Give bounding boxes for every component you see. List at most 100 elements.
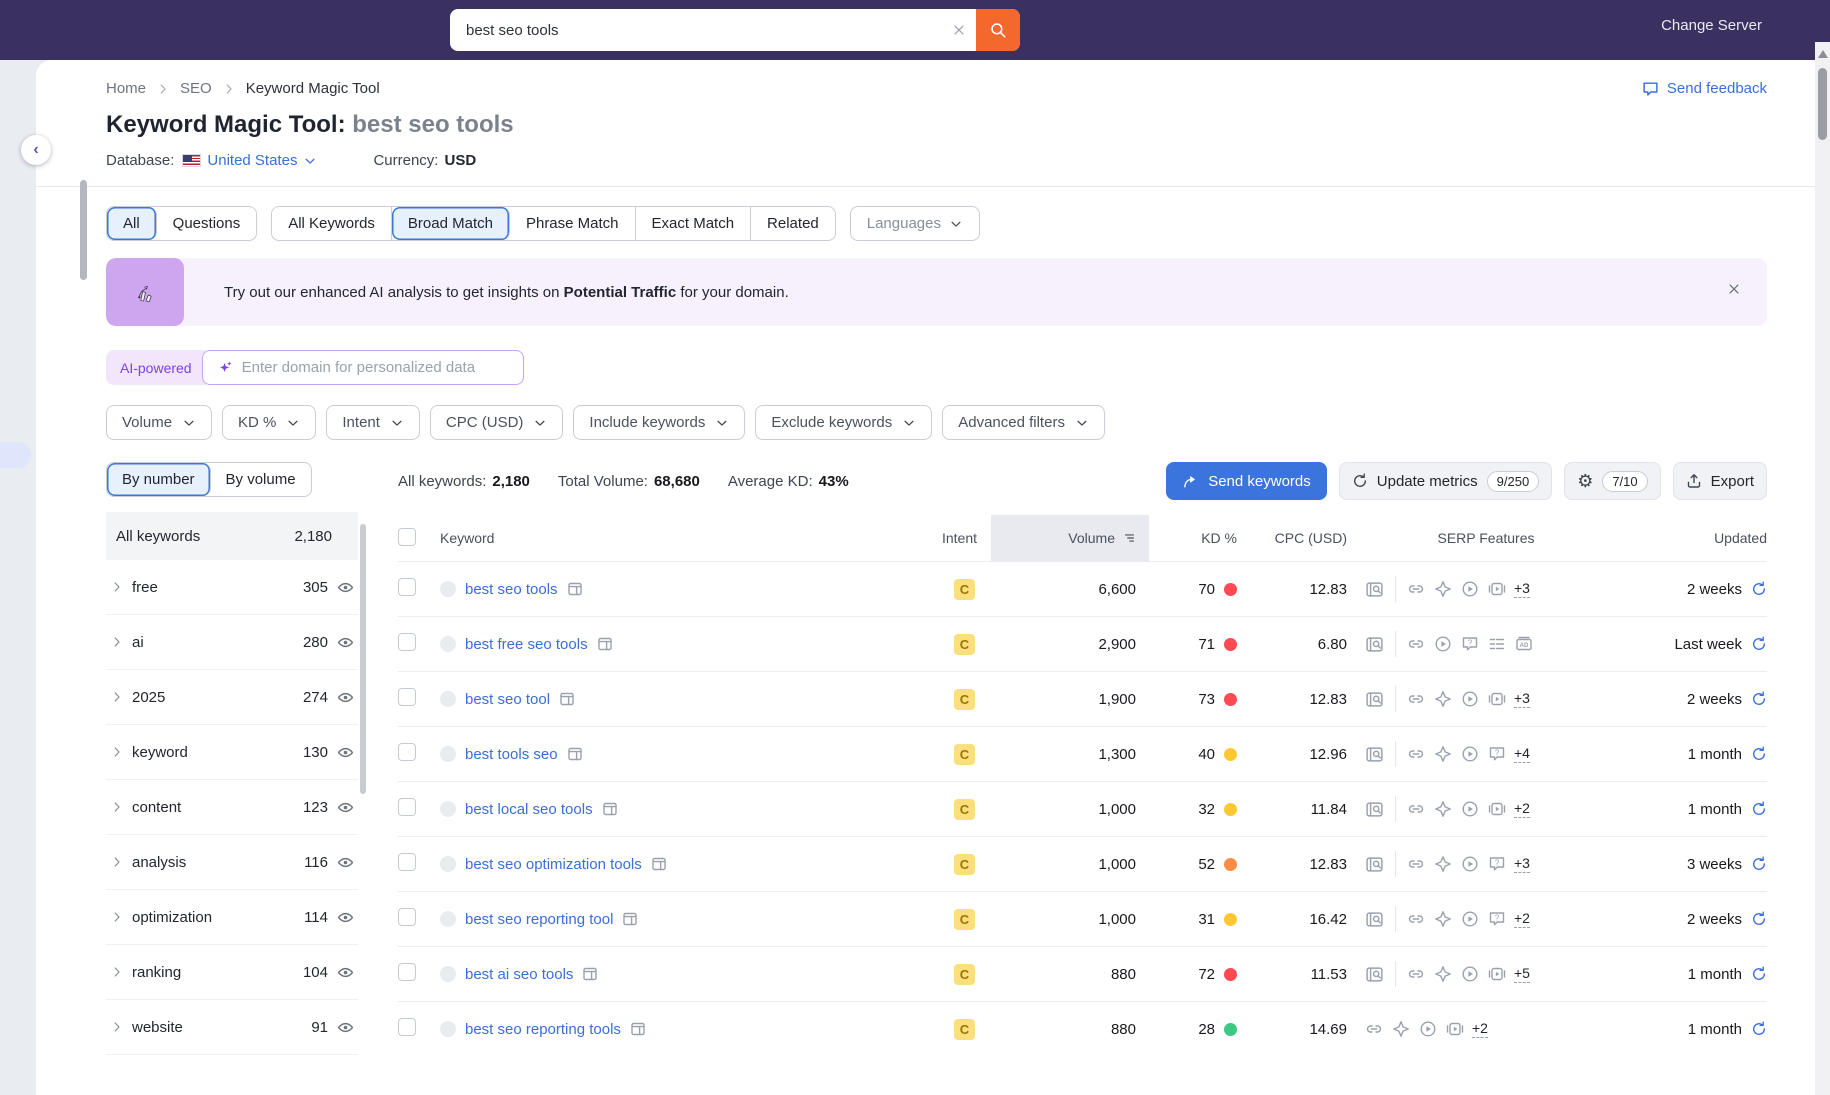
chevron-right-icon[interactable] <box>110 800 124 814</box>
tab-all[interactable]: All <box>107 207 157 240</box>
update-metrics-button[interactable]: Update metrics 9/250 <box>1338 462 1553 500</box>
keyword-group-free[interactable]: free 305 <box>106 560 358 615</box>
row-checkbox[interactable] <box>398 797 416 816</box>
col-updated[interactable]: Updated <box>1617 530 1767 546</box>
serp-more-link[interactable]: +3 <box>1514 690 1530 708</box>
col-cpc[interactable]: CPC (USD) <box>1249 530 1355 546</box>
tab-phrase-match[interactable]: Phrase Match <box>510 207 636 240</box>
sidebar-tab-by-number[interactable]: By number <box>107 463 211 496</box>
keyword-link[interactable]: best seo tool <box>465 691 550 708</box>
filter-intent[interactable]: Intent <box>326 405 420 440</box>
filter-cpc-usd-[interactable]: CPC (USD) <box>429 405 564 440</box>
col-kd[interactable]: KD % <box>1149 530 1249 546</box>
row-checkbox[interactable] <box>398 907 416 926</box>
col-serp-features[interactable]: SERP Features <box>1355 530 1617 546</box>
refresh-metrics-icon[interactable] <box>1751 1021 1767 1037</box>
refresh-metrics-icon[interactable] <box>1751 966 1767 982</box>
eye-icon[interactable] <box>337 1019 354 1036</box>
refresh-metrics-icon[interactable] <box>1751 801 1767 817</box>
open-serp-icon[interactable] <box>582 966 598 982</box>
keyword-link[interactable]: best ai seo tools <box>465 966 573 983</box>
serp-preview-icon[interactable] <box>1365 800 1384 819</box>
eye-icon[interactable] <box>337 854 354 871</box>
row-checkbox[interactable] <box>398 742 416 761</box>
collapse-sidebar-button[interactable]: ‹ <box>21 135 51 165</box>
keyword-link[interactable]: best seo reporting tools <box>465 1021 621 1038</box>
col-intent[interactable]: Intent <box>935 530 991 546</box>
keyword-link[interactable]: best seo reporting tool <box>465 911 613 928</box>
serp-more-link[interactable]: +2 <box>1514 800 1530 818</box>
serp-preview-icon[interactable] <box>1365 855 1384 874</box>
change-server-link[interactable]: Change Server <box>1661 17 1762 34</box>
filter-volume[interactable]: Volume <box>106 405 213 440</box>
keyword-group-website[interactable]: website 91 <box>106 1000 358 1055</box>
refresh-metrics-icon[interactable] <box>1751 746 1767 762</box>
domain-input[interactable] <box>241 359 509 376</box>
keyword-group-ranking[interactable]: ranking 104 <box>106 945 358 1000</box>
open-serp-icon[interactable] <box>630 1021 646 1037</box>
keyword-search-input[interactable] <box>450 21 942 39</box>
chevron-right-icon[interactable] <box>110 1020 124 1034</box>
all-keywords-group[interactable]: All keywords 2,180 <box>106 512 358 560</box>
tab-related[interactable]: Related <box>751 207 835 240</box>
eye-icon[interactable] <box>337 909 354 926</box>
database-selector[interactable]: United States <box>182 152 317 169</box>
open-serp-icon[interactable] <box>651 856 667 872</box>
breadcrumb-item-home[interactable]: Home <box>106 80 146 97</box>
filter-exclude-keywords[interactable]: Exclude keywords <box>755 405 933 440</box>
serp-more-link[interactable]: +4 <box>1514 745 1530 763</box>
serp-more-link[interactable]: +2 <box>1514 910 1530 928</box>
eye-icon[interactable] <box>337 744 354 761</box>
serp-preview-icon[interactable] <box>1365 965 1384 984</box>
keyword-group-keyword[interactable]: keyword 130 <box>106 725 358 780</box>
keyword-link[interactable]: best free seo tools <box>465 636 588 653</box>
eye-icon[interactable] <box>337 579 354 596</box>
keyword-group-analysis[interactable]: analysis 116 <box>106 835 358 890</box>
keyword-group-2025[interactable]: 2025 274 <box>106 670 358 725</box>
serp-preview-icon[interactable] <box>1365 635 1384 654</box>
row-checkbox[interactable] <box>398 687 416 706</box>
chevron-right-icon[interactable] <box>110 580 124 594</box>
keyword-group-ai[interactable]: ai 280 <box>106 615 358 670</box>
serp-more-link[interactable]: +2 <box>1472 1020 1488 1038</box>
keyword-link[interactable]: best seo tools <box>465 581 558 598</box>
row-checkbox[interactable] <box>398 1017 416 1036</box>
filter-include-keywords[interactable]: Include keywords <box>573 405 746 440</box>
sidebar-tab-by-volume[interactable]: By volume <box>211 463 311 496</box>
open-serp-icon[interactable] <box>602 801 618 817</box>
tab-questions[interactable]: Questions <box>157 207 257 240</box>
row-checkbox[interactable] <box>398 577 416 596</box>
chevron-right-icon[interactable] <box>110 690 124 704</box>
keyword-link[interactable]: best local seo tools <box>465 801 593 818</box>
collapsed-panel-handle[interactable] <box>0 442 31 468</box>
eye-icon[interactable] <box>337 634 354 651</box>
row-checkbox[interactable] <box>398 632 416 651</box>
send-feedback-link[interactable]: Send feedback <box>1642 80 1767 97</box>
serp-preview-icon[interactable] <box>1365 910 1384 929</box>
tab-broad-match[interactable]: Broad Match <box>391 207 510 240</box>
scrollbar-up-arrow-icon[interactable] <box>1817 50 1828 58</box>
banner-close-icon[interactable] <box>1727 282 1741 301</box>
select-all-checkbox[interactable] <box>398 527 416 546</box>
serp-preview-icon[interactable] <box>1365 580 1384 599</box>
keyword-link[interactable]: best tools seo <box>465 746 558 763</box>
filter-kd-[interactable]: KD % <box>222 405 317 440</box>
open-serp-icon[interactable] <box>567 581 583 597</box>
chevron-right-icon[interactable] <box>110 855 124 869</box>
eye-icon[interactable] <box>337 689 354 706</box>
chevron-right-icon[interactable] <box>110 910 124 924</box>
inner-left-scrollbar[interactable] <box>80 180 87 280</box>
send-keywords-button[interactable]: Send keywords <box>1166 462 1327 500</box>
serp-preview-icon[interactable] <box>1365 745 1384 764</box>
row-checkbox[interactable] <box>398 962 416 981</box>
settings-button[interactable]: ⚙ 7/10 <box>1564 462 1661 500</box>
chevron-right-icon[interactable] <box>110 745 124 759</box>
keyword-group-optimization[interactable]: optimization 114 <box>106 890 358 945</box>
keyword-group-content[interactable]: content 123 <box>106 780 358 835</box>
breadcrumb-item-seo[interactable]: SEO <box>180 80 212 97</box>
refresh-metrics-icon[interactable] <box>1751 581 1767 597</box>
chevron-right-icon[interactable] <box>110 635 124 649</box>
search-button[interactable] <box>976 9 1020 51</box>
serp-more-link[interactable]: +3 <box>1514 580 1530 598</box>
sidebar-scrollbar[interactable] <box>360 524 366 794</box>
